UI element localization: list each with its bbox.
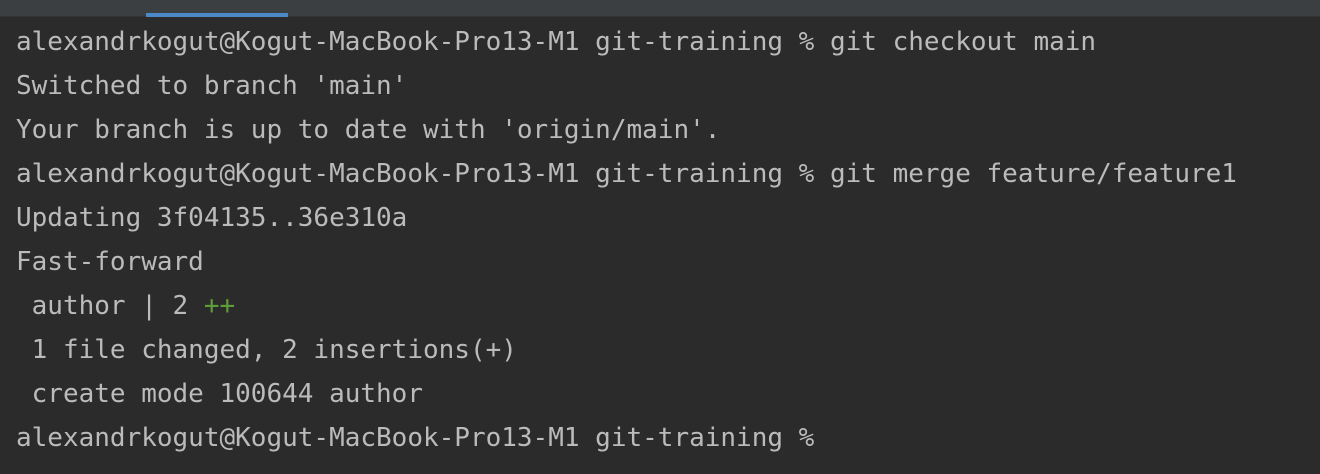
terminal-line-output: Switched to branch 'main' (16, 71, 408, 101)
terminal-line-command: alexandrkogut@Kogut-MacBook-Pro13-M1 git… (16, 159, 1237, 189)
diffstat-plus-signs: ++ (203, 291, 236, 321)
terminal-tab-active[interactable] (146, 0, 288, 17)
diffstat-file-text: author | 2 (16, 291, 204, 321)
terminal-line-output: Your branch is up to date with 'origin/m… (16, 115, 721, 145)
terminal-line-output: Updating 3f04135..36e310a (16, 203, 408, 233)
terminal-line-output: create mode 100644 author (16, 379, 423, 409)
terminal-line-command: alexandrkogut@Kogut-MacBook-Pro13-M1 git… (16, 27, 1097, 57)
terminal-line-output: 1 file changed, 2 insertions(+) (16, 335, 517, 365)
terminal-prompt[interactable]: alexandrkogut@Kogut-MacBook-Pro13-M1 git… (16, 416, 1320, 460)
terminal-tab-strip (0, 0, 1320, 17)
terminal-line-output: Fast-forward (16, 247, 204, 277)
active-tab-indicator (146, 13, 288, 17)
terminal-output[interactable]: alexandrkogut@Kogut-MacBook-Pro13-M1 git… (16, 20, 1320, 460)
terminal-line-diffstat: author | 2 ++ (16, 284, 1320, 328)
terminal-tab-inactive[interactable] (0, 0, 146, 17)
terminal-window: alexandrkogut@Kogut-MacBook-Pro13-M1 git… (0, 0, 1320, 474)
